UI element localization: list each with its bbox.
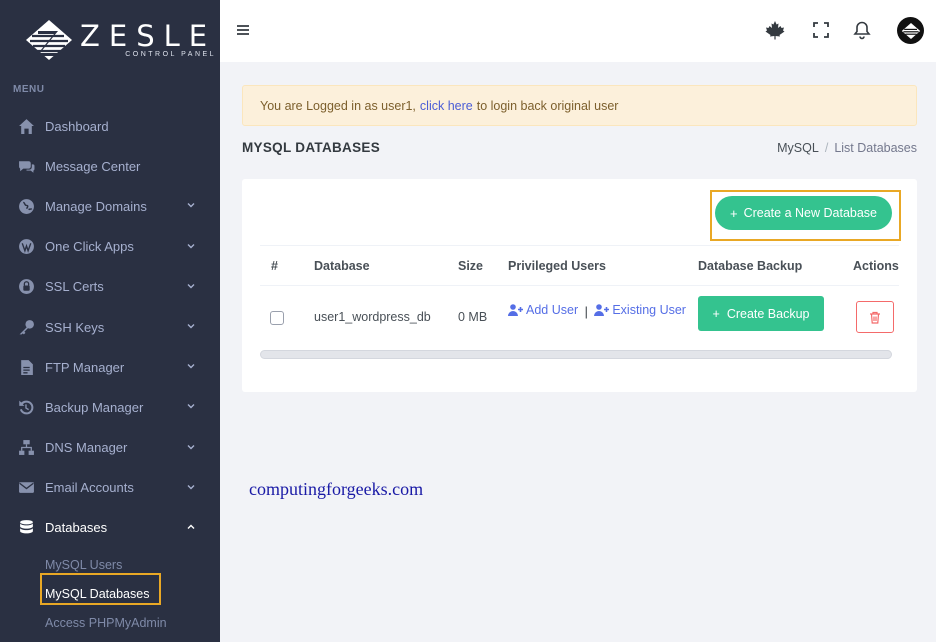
brand-name: ZESLE xyxy=(80,19,217,53)
sidebar-item-label: One Click Apps xyxy=(45,239,134,255)
column-header: # xyxy=(271,259,278,273)
sidebar-item-backup-manager[interactable]: Backup Manager xyxy=(0,387,220,427)
plus-icon: + xyxy=(712,306,720,321)
delete-database-button[interactable] xyxy=(856,301,894,333)
trash-icon xyxy=(870,311,880,324)
column-header: Database xyxy=(314,259,370,273)
add-user-link[interactable]: Add User xyxy=(508,303,578,317)
sidebar-item-label: SSL Certs xyxy=(45,279,104,295)
sidebar-item-label: Manage Domains xyxy=(45,198,147,214)
create-backup-label: Create Backup xyxy=(726,306,810,321)
home-icon xyxy=(17,117,35,135)
sidebar-item-email-accounts[interactable]: Email Accounts xyxy=(0,468,220,508)
link-separator: | xyxy=(584,305,588,319)
sidebar-item-ftp-manager[interactable]: FTP Manager xyxy=(0,347,220,387)
sidebar-item-label: Databases xyxy=(45,520,108,536)
maple-leaf-icon[interactable] xyxy=(765,20,785,40)
bell-icon[interactable] xyxy=(852,20,872,40)
databases-table: # Database Size Privileged Users Databas… xyxy=(260,245,899,347)
zesle-logo-icon xyxy=(26,20,72,60)
zesle-logo-icon xyxy=(901,22,920,39)
user-avatar[interactable] xyxy=(897,17,924,44)
breadcrumb-separator: / xyxy=(824,141,829,155)
column-header: Privileged Users xyxy=(508,259,606,273)
sidebar-item-manage-domains[interactable]: Manage Domains xyxy=(0,186,220,226)
chevron-down-icon xyxy=(187,444,195,449)
chevron-down-icon xyxy=(187,243,195,249)
sidebar-item-databases[interactable]: Databases xyxy=(0,508,220,548)
sidebar-item-label: FTP Manager xyxy=(45,359,125,375)
file-icon xyxy=(17,358,35,376)
page-title: MYSQL DATABASES xyxy=(242,140,381,155)
databases-card: + Create a New Database # Database Size … xyxy=(242,179,917,392)
database-size: 0 MB xyxy=(458,310,488,324)
column-header: Actions xyxy=(853,259,899,273)
user-plus-icon xyxy=(594,304,610,316)
chevron-down-icon xyxy=(187,323,195,329)
table-horizontal-scrollbar[interactable] xyxy=(260,350,892,359)
sidebar-menu: Dashboard Message Center Manage Domains … xyxy=(0,106,220,548)
table-header: # Database Size Privileged Users Databas… xyxy=(260,245,899,286)
sidebar-subitem-access-phpmyadmin[interactable]: Access PHPMyAdmin xyxy=(0,608,220,637)
alert-text-prefix: You are Logged in as user1, xyxy=(260,98,416,113)
sidebar-item-label: Dashboard xyxy=(45,118,109,134)
wordpress-icon xyxy=(17,238,35,256)
sidebar-item-dashboard[interactable]: Dashboard xyxy=(0,106,220,146)
sidebar-item-label: Message Center xyxy=(45,158,141,174)
globe-icon xyxy=(17,197,35,215)
envelope-icon xyxy=(17,479,35,497)
impersonation-alert: You are Logged in as user1, click here t… xyxy=(242,85,917,126)
chevron-down-icon xyxy=(187,484,195,490)
login-back-link[interactable]: click here xyxy=(420,99,473,113)
lock-icon xyxy=(17,278,35,296)
sidebar-item-label: DNS Manager xyxy=(45,440,128,456)
chevron-down-icon xyxy=(187,364,195,369)
chevron-up-icon xyxy=(187,524,195,529)
column-header: Size xyxy=(458,259,484,273)
sidebar-item-one-click-apps[interactable]: One Click Apps xyxy=(0,227,220,267)
sidebar-item-message-center[interactable]: Message Center xyxy=(0,146,220,186)
privileged-users: Add User | Existing User xyxy=(508,303,686,319)
chat-icon xyxy=(17,157,35,175)
topbar xyxy=(220,0,936,62)
breadcrumb-parent[interactable]: MySQL xyxy=(777,141,819,155)
sidebar-item-ssl-certs[interactable]: SSL Certs xyxy=(0,267,220,307)
history-icon xyxy=(17,398,35,416)
user-plus-icon xyxy=(508,304,523,316)
network-icon xyxy=(17,439,35,457)
sidebar-item-label: SSH Keys xyxy=(45,319,105,335)
key-icon xyxy=(17,318,35,336)
menu-title: MENU xyxy=(13,84,45,95)
sidebar-item-dns-manager[interactable]: DNS Manager xyxy=(0,428,220,468)
sidebar-item-label: Backup Manager xyxy=(45,399,144,415)
create-backup-button[interactable]: + Create Backup xyxy=(698,296,824,331)
sidebar-item-label: Email Accounts xyxy=(45,480,134,496)
chevron-down-icon xyxy=(187,283,195,289)
highlight-box-mysql-databases xyxy=(40,573,161,605)
sidebar: ZESLE CONTROL PANEL MENU Dashboard Messa… xyxy=(0,0,220,642)
sidebar-item-ssh-keys[interactable]: SSH Keys xyxy=(0,307,220,347)
database-name: user1_wordpress_db xyxy=(314,310,431,324)
chevron-down-icon xyxy=(187,203,195,208)
chevron-down-icon xyxy=(187,404,195,409)
menu-icon[interactable] xyxy=(236,23,250,37)
breadcrumb-current: List Databases xyxy=(834,141,917,155)
add-user-label: Add User xyxy=(526,303,579,317)
highlight-box-create-database xyxy=(710,190,901,241)
breadcrumb: MySQL / List Databases xyxy=(777,141,917,155)
table-row: user1_wordpress_db 0 MB Add User | Exist… xyxy=(260,286,899,347)
watermark-text: computingforgeeks.com xyxy=(249,479,424,499)
row-checkbox[interactable] xyxy=(270,311,284,325)
alert-text-suffix: to login back original user xyxy=(476,98,619,113)
column-header: Database Backup xyxy=(698,259,803,273)
existing-user-label: Existing User xyxy=(612,303,686,317)
brand-logo[interactable]: ZESLE CONTROL PANEL xyxy=(0,0,220,80)
fullscreen-icon[interactable] xyxy=(811,20,831,40)
existing-user-link[interactable]: Existing User xyxy=(594,303,686,317)
database-icon xyxy=(17,519,35,537)
